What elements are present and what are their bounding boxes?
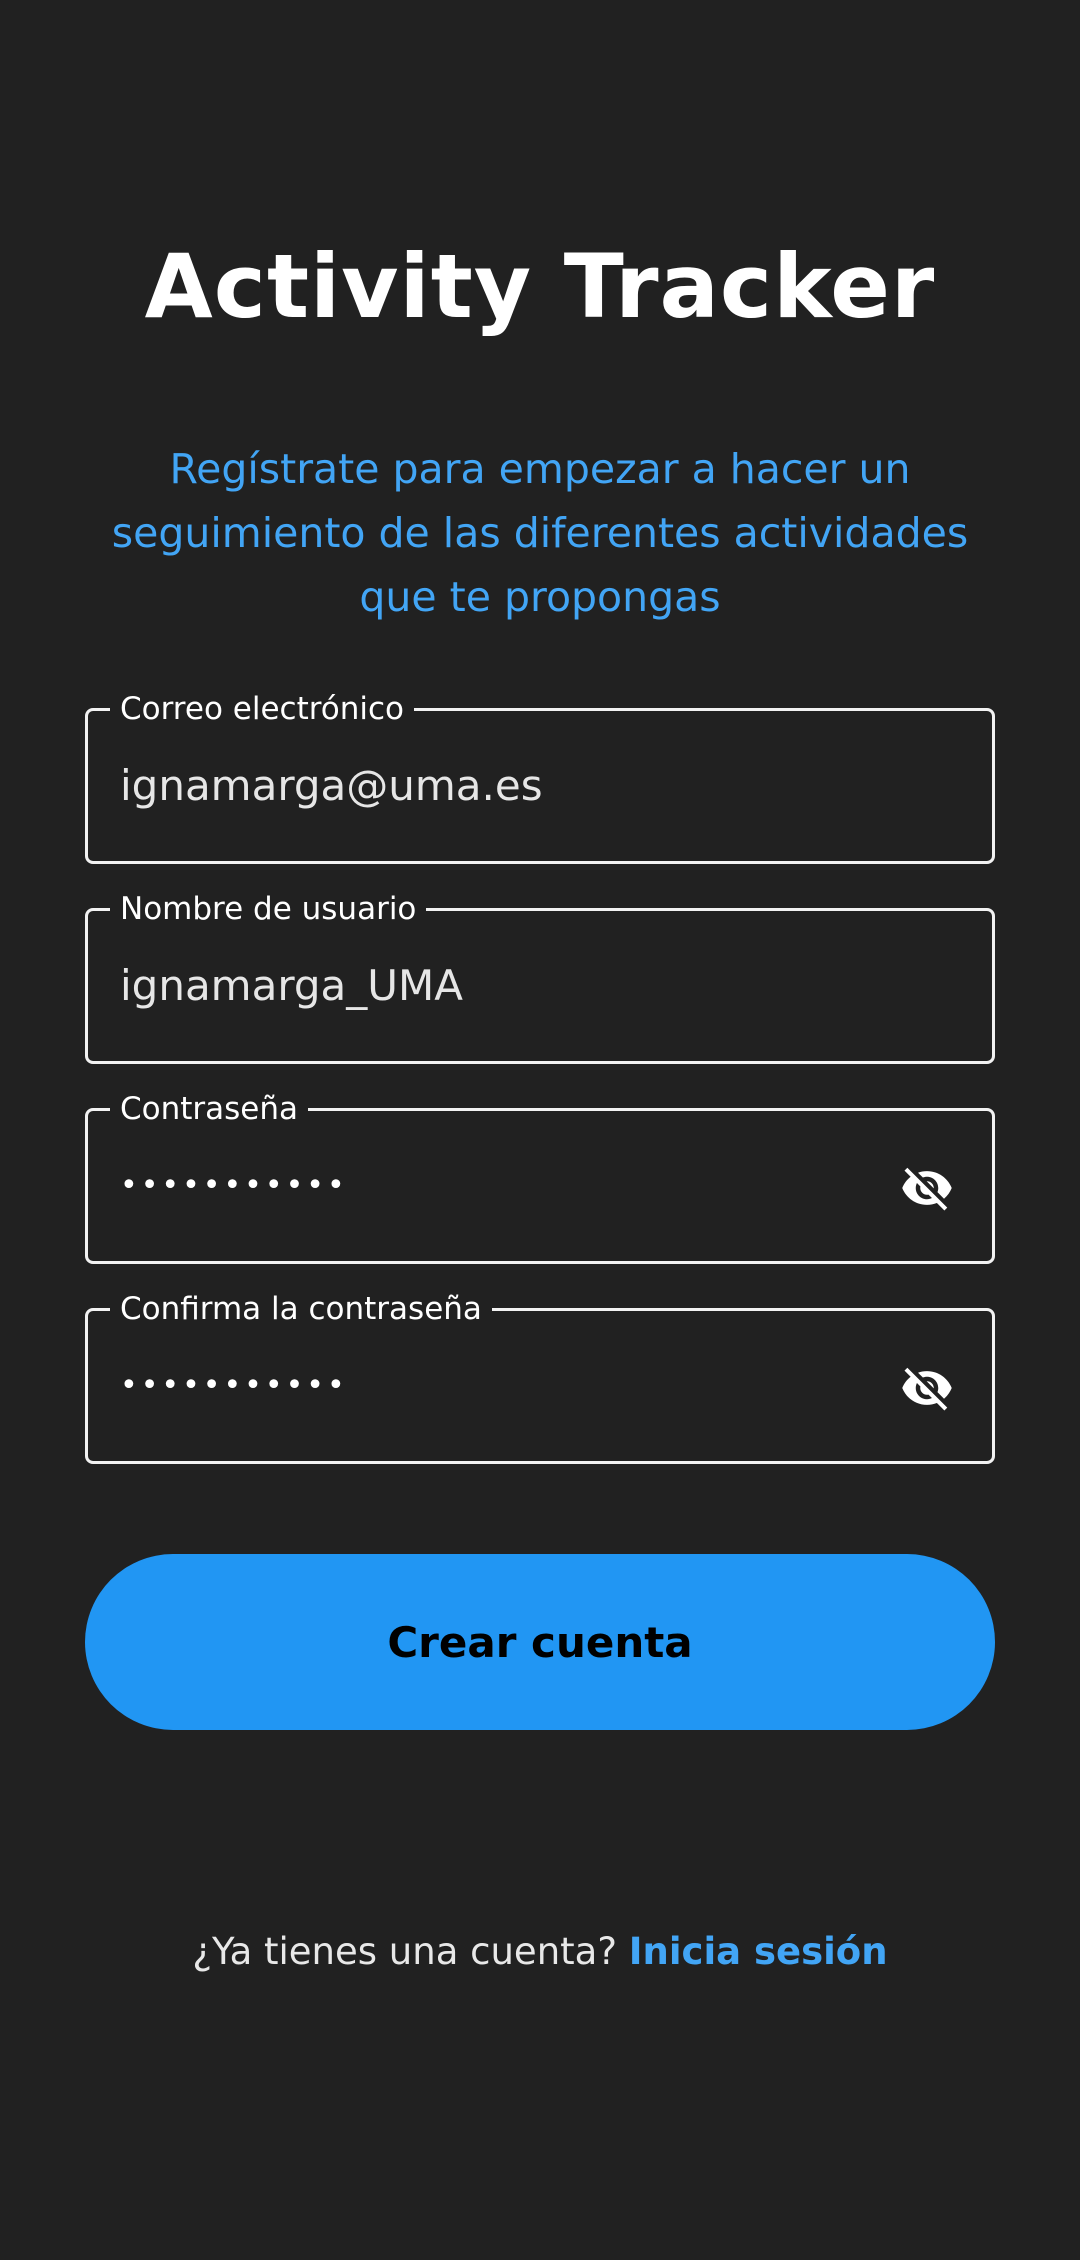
app-title: Activity Tracker xyxy=(144,235,936,338)
email-field[interactable]: Correo electrónico ignamarga@uma.es xyxy=(85,689,995,864)
confirm-password-field[interactable]: Confirma la contraseña ••••••••••• xyxy=(85,1289,995,1464)
login-prompt-text: ¿Ya tienes una cuenta? xyxy=(192,1930,617,1973)
password-field[interactable]: Contraseña ••••••••••• xyxy=(85,1089,995,1264)
password-input[interactable]: ••••••••••• xyxy=(120,1111,348,1261)
create-account-label: Crear cuenta xyxy=(387,1617,693,1667)
username-field[interactable]: Nombre de usuario ignamarga_UMA xyxy=(85,889,995,1064)
visibility-off-icon[interactable] xyxy=(896,1361,958,1415)
page-subtitle: Regístrate para empezar a hacer un segui… xyxy=(111,445,969,621)
create-account-button[interactable]: Crear cuenta xyxy=(85,1554,995,1730)
login-prompt: ¿Ya tienes una cuenta? Inicia sesión xyxy=(0,1930,1080,1973)
email-input[interactable]: ignamarga@uma.es xyxy=(120,711,543,861)
visibility-off-icon[interactable] xyxy=(896,1161,958,1215)
confirm-password-input[interactable]: ••••••••••• xyxy=(120,1311,348,1461)
login-link[interactable]: Inicia sesión xyxy=(629,1930,888,1973)
username-input[interactable]: ignamarga_UMA xyxy=(120,911,463,1061)
